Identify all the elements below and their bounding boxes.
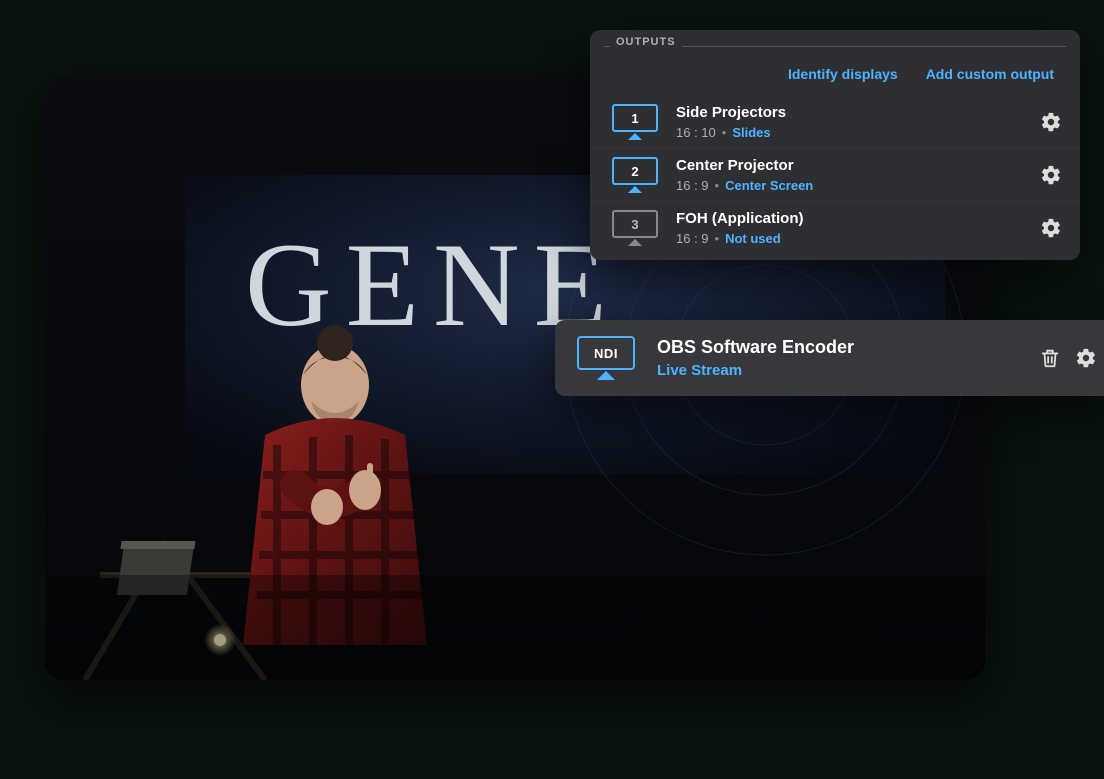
- monitor-icon: 2: [612, 157, 658, 193]
- trash-icon[interactable]: [1039, 347, 1061, 369]
- output-title: Center Projector: [676, 157, 1022, 174]
- output-title: Side Projectors: [676, 104, 1022, 121]
- output-subtitle: 16 : 9•Not used: [676, 231, 1022, 246]
- ndi-output-card[interactable]: NDI OBS Software Encoder Live Stream: [555, 320, 1104, 396]
- gear-icon[interactable]: [1040, 217, 1062, 239]
- add-custom-output-link[interactable]: Add custom output: [926, 66, 1054, 82]
- gear-icon[interactable]: [1040, 111, 1062, 133]
- monitor-icon: 1: [612, 104, 658, 140]
- output-row[interactable]: 3 FOH (Application) 16 : 9•Not used: [590, 201, 1080, 254]
- identify-displays-link[interactable]: Identify displays: [788, 66, 898, 82]
- gear-icon[interactable]: [1040, 164, 1062, 186]
- ndi-output-title: OBS Software Encoder: [657, 337, 1017, 358]
- outputs-panel-label: OUTPUTS: [610, 36, 682, 48]
- ndi-monitor-icon: NDI: [577, 336, 635, 380]
- output-row[interactable]: 2 Center Projector 16 : 9•Center Screen: [590, 148, 1080, 201]
- monitor-icon: 3: [612, 210, 658, 246]
- output-row[interactable]: 1 Side Projectors 16 : 10•Slides: [590, 96, 1080, 148]
- outputs-panel: OUTPUTS Identify displays Add custom out…: [590, 30, 1080, 260]
- output-subtitle: 16 : 10•Slides: [676, 125, 1022, 140]
- ndi-output-mode[interactable]: Live Stream: [657, 362, 1017, 379]
- output-subtitle: 16 : 9•Center Screen: [676, 178, 1022, 193]
- gear-icon[interactable]: [1075, 347, 1097, 369]
- output-title: FOH (Application): [676, 210, 1022, 227]
